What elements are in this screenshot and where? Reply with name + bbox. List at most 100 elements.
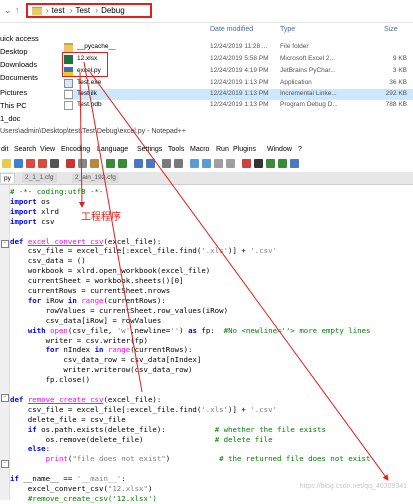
highlight-box bbox=[62, 52, 108, 77]
print-icon[interactable] bbox=[50, 159, 59, 168]
nav-item-desktop[interactable]: Desktop bbox=[0, 47, 28, 56]
file-row[interactable]: excel.py 12/24/2019 4:19 PM JetBrains Py… bbox=[64, 66, 413, 77]
file-type: JetBrains PyChar... bbox=[280, 67, 336, 74]
copy-icon[interactable] bbox=[78, 159, 87, 168]
save-all-icon[interactable] bbox=[14, 159, 23, 168]
file-type: Incremental Linke... bbox=[280, 90, 337, 97]
tab-bar: py 2_1_1.cfg 2_ain_192.cfg bbox=[0, 172, 413, 185]
file-type: Microsoft Excel 2... bbox=[280, 55, 335, 62]
menu-view[interactable]: View bbox=[40, 146, 55, 153]
play-macro-icon[interactable] bbox=[266, 159, 275, 168]
record-macro-icon[interactable] bbox=[242, 159, 251, 168]
file-row[interactable]: __pycache__ 12/24/2019 11:28 ... File fo… bbox=[64, 42, 413, 53]
cut-icon[interactable] bbox=[66, 159, 75, 168]
menu-window[interactable]: Window bbox=[267, 146, 292, 153]
word-wrap-icon[interactable] bbox=[202, 159, 211, 168]
down-arrow-icon[interactable]: ⌄ bbox=[4, 5, 12, 16]
save-macro-icon[interactable] bbox=[290, 159, 299, 168]
code-line[interactable]: #remove_create_csv('12.xlsx') bbox=[10, 493, 157, 504]
file-name: Test.exe bbox=[77, 79, 102, 86]
menu-help[interactable]: ? bbox=[298, 146, 302, 153]
stop-macro-icon[interactable] bbox=[254, 159, 263, 168]
tab-label: 2_1_1.cfg bbox=[25, 174, 54, 181]
fold-toggle-icon[interactable]: − bbox=[1, 394, 9, 402]
column-header-date[interactable]: Date modified bbox=[210, 26, 253, 33]
find-icon[interactable] bbox=[134, 159, 143, 168]
breadcrumb-item[interactable]: Debug bbox=[101, 6, 125, 15]
run-macro-icon[interactable] bbox=[278, 159, 287, 168]
fold-toggle-icon[interactable]: − bbox=[1, 460, 9, 468]
close-all-icon[interactable] bbox=[38, 159, 47, 168]
show-all-chars-icon[interactable] bbox=[214, 159, 223, 168]
file-explorer-window: ⌄ ↑ › test › Test › Debug Date modified Typ… bbox=[0, 0, 413, 123]
file-size: 36 KB bbox=[389, 79, 407, 86]
tab-cfg-2[interactable]: 2_ain_192.cfg bbox=[72, 173, 119, 183]
paste-icon[interactable] bbox=[90, 159, 99, 168]
indent-guide-icon[interactable] bbox=[226, 159, 235, 168]
exe-icon bbox=[64, 79, 73, 88]
address-bar-row: ⌄ ↑ › test › Test › Debug bbox=[0, 0, 413, 23]
nav-item-downloads[interactable]: Downloads bbox=[0, 60, 37, 69]
tab-excel-py[interactable]: py bbox=[0, 173, 15, 183]
menu-encoding[interactable]: Encoding bbox=[61, 146, 90, 153]
nav-item-quick-access[interactable]: uick access bbox=[0, 34, 39, 43]
file-date: 12/24/2019 11:28 ... bbox=[210, 43, 268, 50]
fold-toggle-icon[interactable]: − bbox=[1, 240, 9, 248]
column-header-size[interactable]: Size bbox=[384, 26, 398, 33]
menu-bar: dit Search View Encoding Language Settin… bbox=[0, 146, 413, 157]
column-header-type[interactable]: Type bbox=[280, 26, 295, 33]
code-line[interactable]: import csv bbox=[10, 216, 55, 227]
file-size: 3 KB bbox=[392, 67, 407, 74]
file-type: Application bbox=[280, 79, 312, 86]
menu-search[interactable]: Search bbox=[14, 146, 36, 153]
close-icon[interactable] bbox=[26, 159, 35, 168]
file-row[interactable]: 12.xlsx 12/24/2019 5:58 PM Microsoft Exc… bbox=[64, 54, 413, 65]
menu-tools[interactable]: Tools bbox=[168, 146, 184, 153]
undo-icon[interactable] bbox=[106, 159, 115, 168]
file-date: 12/24/2019 4:19 PM bbox=[210, 67, 269, 74]
zoom-in-icon[interactable] bbox=[162, 159, 171, 168]
file-date: 12/24/2019 1:13 PM bbox=[210, 79, 269, 86]
file-row[interactable]: Test.pdb 12/24/2019 1:13 PM Program Debu… bbox=[64, 100, 413, 111]
tab-cfg-1[interactable]: 2_1_1.cfg bbox=[22, 173, 57, 183]
file-icon bbox=[64, 101, 73, 110]
code-line[interactable]: fp.close() bbox=[10, 374, 91, 385]
file-date: 12/24/2019 5:58 PM bbox=[210, 55, 269, 62]
menu-language[interactable]: Language bbox=[97, 146, 128, 153]
sync-scroll-icon[interactable] bbox=[190, 159, 199, 168]
folder-icon bbox=[64, 43, 73, 52]
menu-settings[interactable]: Settings bbox=[137, 146, 162, 153]
file-size: 788 KB bbox=[385, 101, 407, 108]
save-icon[interactable] bbox=[2, 159, 11, 168]
nav-item-documents[interactable]: Documents bbox=[0, 73, 38, 82]
nav-item-this-pc[interactable]: This PC bbox=[0, 101, 27, 110]
file-row[interactable]: Test.ilk 12/24/2019 1:13 PM Incremental … bbox=[64, 89, 413, 100]
file-name: Test.pdb bbox=[77, 101, 102, 108]
zoom-out-icon[interactable] bbox=[174, 159, 183, 168]
file-name: Test.ilk bbox=[77, 90, 97, 97]
replace-icon[interactable] bbox=[146, 159, 155, 168]
redo-icon[interactable] bbox=[118, 159, 127, 168]
menu-run[interactable]: Run bbox=[216, 146, 229, 153]
file-icon bbox=[64, 90, 73, 99]
breadcrumb-item[interactable]: test bbox=[52, 6, 65, 15]
menu-edit[interactable]: dit bbox=[1, 146, 8, 153]
file-size: 292 KB bbox=[385, 90, 407, 97]
file-type: Program Debug D... bbox=[280, 101, 338, 108]
file-size: 9 KB bbox=[392, 55, 407, 62]
address-bar[interactable]: › test › Test › Debug bbox=[26, 3, 152, 18]
file-type: File folder bbox=[280, 43, 309, 50]
up-arrow-icon[interactable]: ↑ bbox=[15, 5, 20, 15]
file-row[interactable]: Test.exe 12/24/2019 1:13 PM Application … bbox=[64, 78, 413, 89]
breadcrumb-item[interactable]: Test bbox=[75, 6, 90, 15]
menu-plugins[interactable]: Plugins bbox=[233, 146, 256, 153]
file-name: __pycache__ bbox=[77, 43, 116, 50]
watermark: https://blog.csdn.net/qq_40309341 bbox=[299, 483, 407, 490]
toolbar bbox=[0, 157, 413, 171]
code-line[interactable]: print("file does not exist") # the retur… bbox=[10, 453, 371, 464]
nav-item-doc[interactable]: 1_doc bbox=[0, 114, 20, 123]
nav-item-pictures[interactable]: Pictures bbox=[0, 88, 27, 97]
annotation-label: 工程程序 bbox=[81, 212, 121, 223]
menu-macro[interactable]: Macro bbox=[190, 146, 209, 153]
navigation-pane: uick access Desktop Downloads Documents … bbox=[0, 34, 39, 123]
